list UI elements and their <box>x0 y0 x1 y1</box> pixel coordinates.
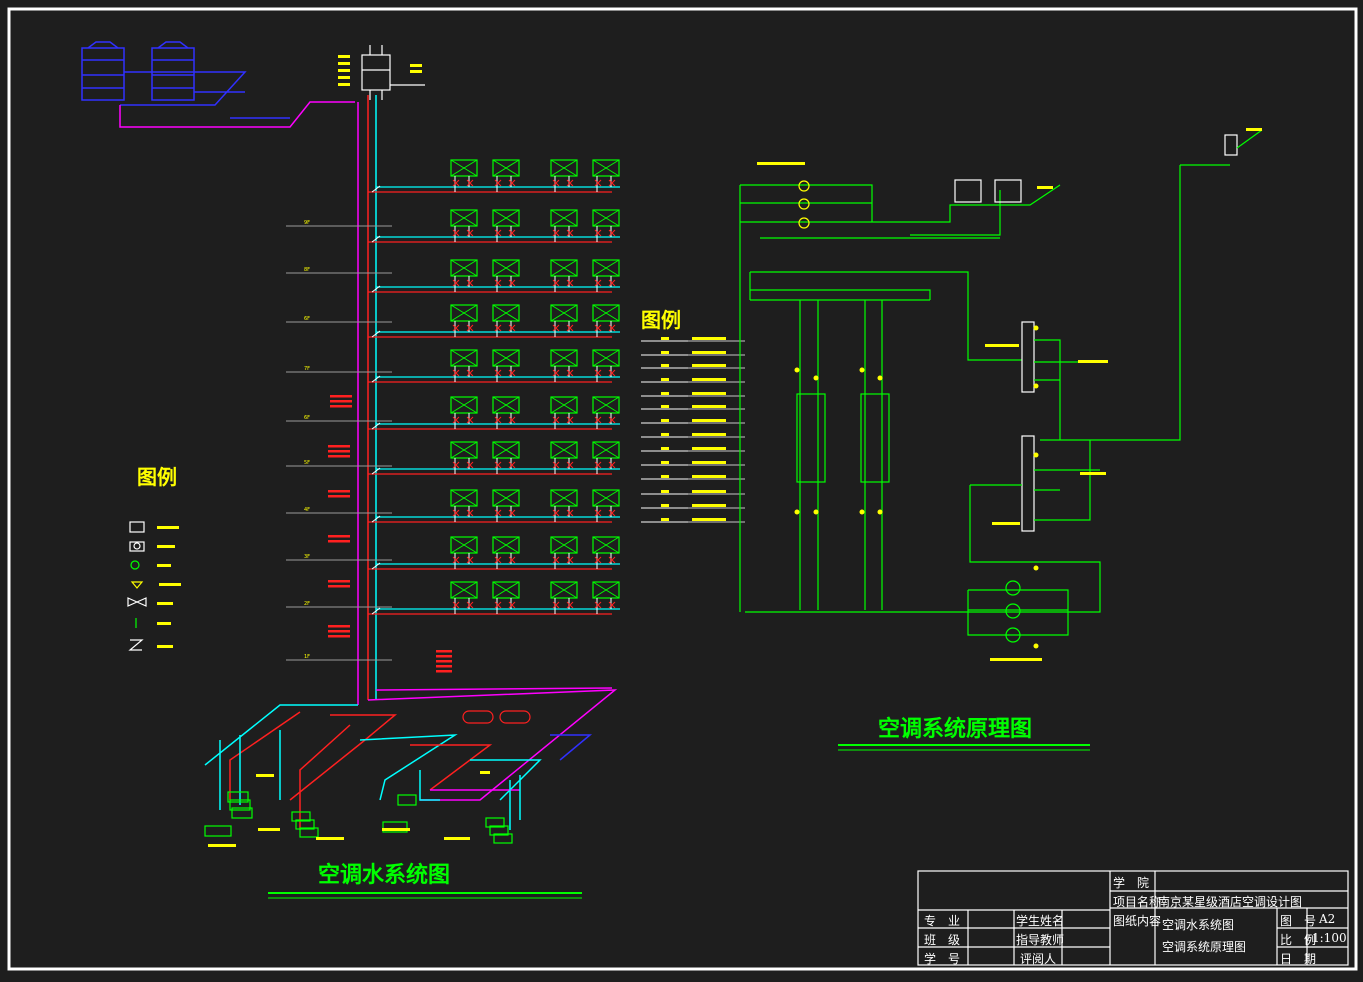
legend-right-row <box>641 447 745 452</box>
basement-plant-room <box>204 687 618 830</box>
title-water-system: 空调水系统图 <box>318 862 450 888</box>
legend-right-row <box>641 518 745 523</box>
legend-right-rows <box>641 337 745 523</box>
legend-left-title: 图例 <box>137 465 177 489</box>
floor-label: 6F <box>304 415 310 421</box>
fcu-floor-row <box>368 349 620 383</box>
legend-right-row <box>641 364 745 369</box>
legend-right-row <box>641 475 745 480</box>
floor-label: 2F <box>304 601 310 607</box>
fcu-floor-row <box>368 396 620 430</box>
fcu-floor-row <box>368 209 620 243</box>
principle-valve-dots <box>794 325 1039 649</box>
legend-left-text <box>157 526 181 648</box>
floor-label: 4F <box>304 507 310 513</box>
principle-labels <box>757 128 1262 661</box>
tb-scale-value: 1:100 <box>1312 931 1347 945</box>
principle-diagram <box>739 129 1263 643</box>
legend-right-row <box>641 490 745 495</box>
tb-class-label: 班 级 <box>924 933 961 947</box>
tb-advisor-label: 指导教师 <box>1016 933 1065 947</box>
floor-label: 5F <box>304 460 310 466</box>
legend-right-row <box>641 461 745 466</box>
boiler-vessels <box>462 710 531 724</box>
floor-label: 7F <box>304 366 310 372</box>
fcu-floor-row <box>368 581 620 615</box>
tb-project-value: 南京某星级酒店空调设计图 <box>1158 895 1303 909</box>
legend-right-row <box>641 504 745 509</box>
tb-content-value-2: 空调系统原理图 <box>1162 940 1247 954</box>
floor-label: 3F <box>304 554 310 560</box>
fcu-floor-row <box>368 441 620 475</box>
tb-major-label: 专 业 <box>924 914 961 928</box>
fan-coil-unit-rows <box>368 159 620 615</box>
tb-drawing-no-value: A2 <box>1319 912 1336 926</box>
tb-reviewer-label: 评阅人 <box>1020 952 1057 966</box>
floor-label: 6F <box>304 316 310 322</box>
title-principle-diagram: 空调系统原理图 <box>878 716 1032 742</box>
tb-scale-label: 比 例 <box>1280 933 1317 947</box>
legend-right-row <box>641 378 745 383</box>
legend-right-row <box>641 433 745 438</box>
tb-drawing-no-label: 图 号 <box>1280 914 1317 928</box>
fcu-floor-row <box>368 536 620 570</box>
fcu-floor-row <box>368 304 620 338</box>
tb-content-value-1: 空调水系统图 <box>1162 918 1235 932</box>
fcu-floor-row <box>368 259 620 293</box>
legend-right-row <box>641 419 745 424</box>
tb-content-label: 图纸内容 <box>1113 914 1162 928</box>
fcu-floor-row <box>368 489 620 523</box>
sheet-outer-border <box>7 7 1358 971</box>
floor-label: 1F <box>304 654 310 660</box>
legend-right-title: 图例 <box>641 308 681 332</box>
cad-drawing-canvas: 9F 8F 6F 7F 6F 5F 4F 3F 2F 1F 图例 图例 空调水系统图 空调系统原理… <box>7 7 1358 971</box>
legend-right-row <box>641 392 745 397</box>
floor-label: 9F <box>304 220 310 226</box>
legend-right-row <box>641 337 745 342</box>
tb-student-label: 学生姓名 <box>1016 914 1065 928</box>
riser-pipe-labels <box>328 395 452 673</box>
legend-right-row <box>641 351 745 356</box>
fcu-floor-row <box>368 159 620 193</box>
cooling-towers <box>81 41 355 128</box>
floor-label: 8F <box>304 267 310 273</box>
legend-right-row <box>641 405 745 410</box>
tb-id-label: 学 号 <box>924 952 961 966</box>
tb-date-label: 日 期 <box>1280 952 1317 966</box>
tb-project-label: 项目名称 <box>1113 895 1162 909</box>
tb-school-label: 学 院 <box>1113 876 1150 890</box>
legend-left-symbols <box>127 521 147 651</box>
